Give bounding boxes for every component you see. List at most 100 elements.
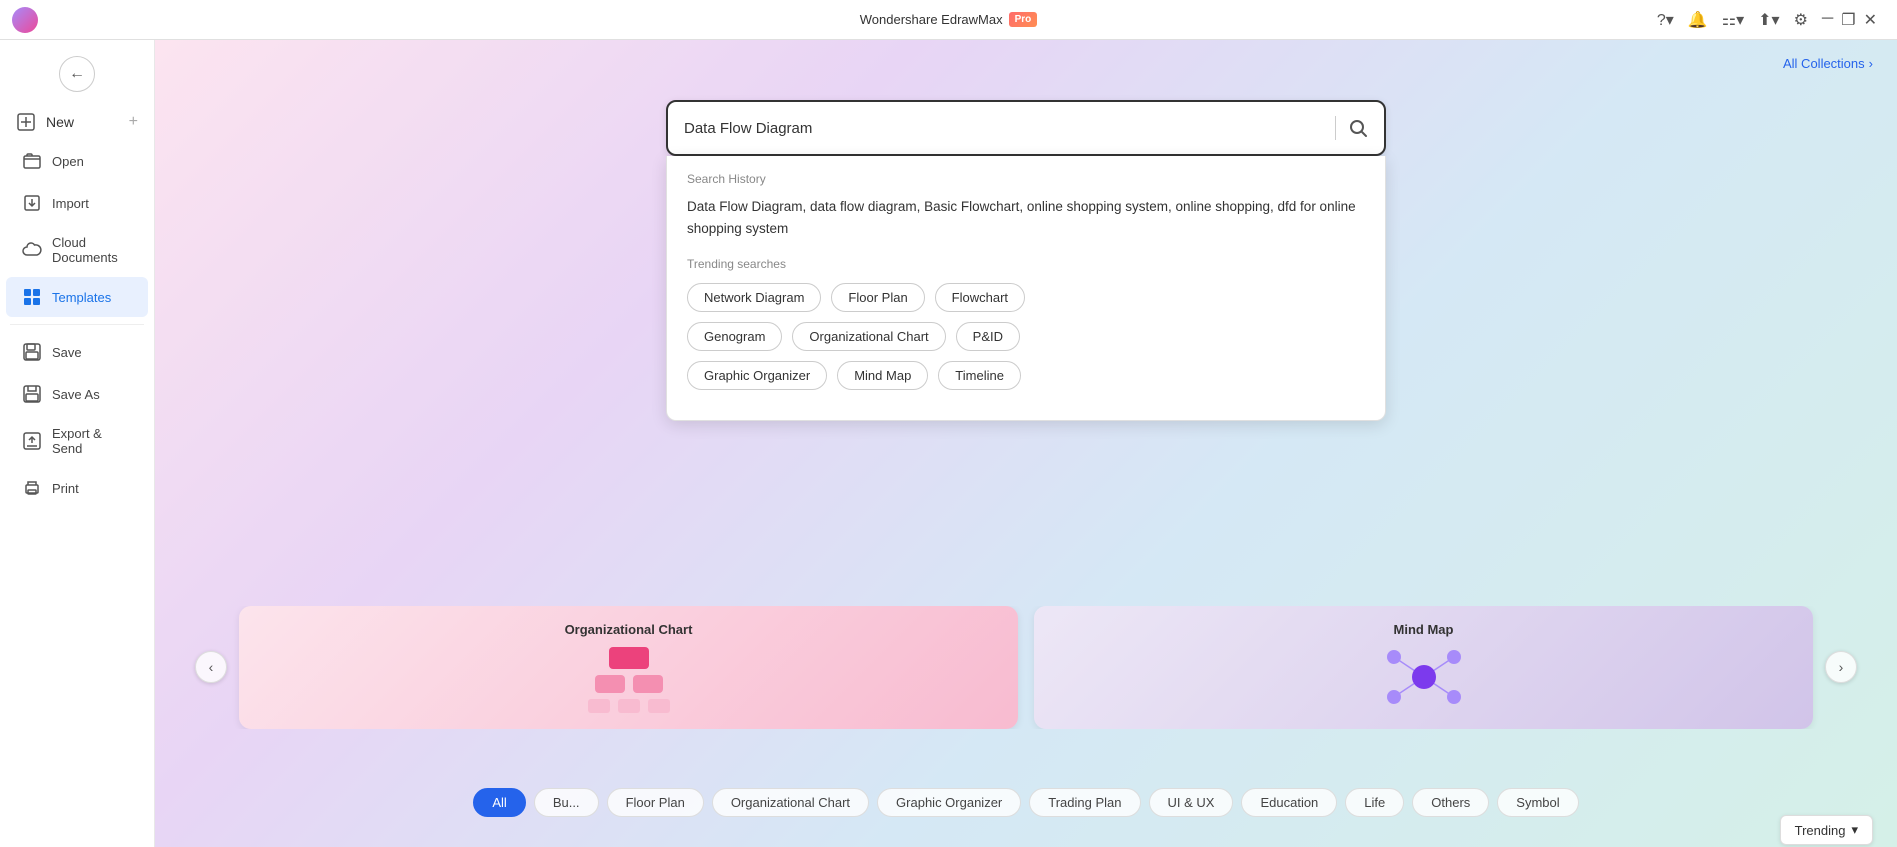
sidebar-item-open[interactable]: Open	[6, 141, 148, 181]
trending-row-1: Network Diagram Floor Plan Flowchart	[687, 283, 1365, 312]
pro-badge: Pro	[1009, 12, 1038, 27]
app-body: ← New + Open Import	[0, 40, 1897, 847]
sidebar-divider	[10, 324, 144, 325]
sidebar-item-templates[interactable]: Templates	[6, 277, 148, 317]
new-icon	[16, 112, 36, 132]
sidebar-saveas-label: Save As	[52, 387, 100, 402]
app-title: Wondershare EdrawMax Pro	[860, 12, 1038, 27]
org-card-title: Organizational Chart	[565, 622, 693, 637]
search-history-label: Search History	[687, 172, 1365, 186]
import-icon	[22, 193, 42, 213]
filter-life[interactable]: Life	[1345, 788, 1404, 817]
open-icon	[22, 151, 42, 171]
share-icon[interactable]: ⬆▾	[1758, 10, 1779, 30]
sidebar-print-label: Print	[52, 481, 79, 496]
org-bot-node-1	[588, 699, 610, 713]
window-controls: ?▾ 🔔 ⚏▾ ⬆▾ ⚙ ─ ❐ ✕	[1657, 10, 1885, 30]
bell-icon[interactable]: 🔔	[1688, 10, 1708, 30]
sidebar-cloud-label: Cloud Documents	[52, 235, 132, 265]
template-card-mind[interactable]: Mind Map	[1034, 606, 1813, 729]
sidebar-item-cloud[interactable]: Cloud Documents	[6, 225, 148, 275]
org-chart-visual	[588, 647, 670, 713]
tag-floor-plan[interactable]: Floor Plan	[831, 283, 924, 312]
filter-floor-plan[interactable]: Floor Plan	[607, 788, 704, 817]
mind-card-title: Mind Map	[1394, 622, 1454, 637]
filter-others[interactable]: Others	[1412, 788, 1489, 817]
filter-business[interactable]: Bu...	[534, 788, 599, 817]
print-icon	[22, 478, 42, 498]
search-container: Search History Data Flow Diagram, data f…	[666, 100, 1386, 421]
carousel-prev-button[interactable]: ‹	[195, 651, 227, 683]
trending-row-2: Genogram Organizational Chart P&ID	[687, 322, 1365, 351]
cloud-icon	[22, 240, 42, 260]
org-bot-node-3	[648, 699, 670, 713]
tag-flowchart[interactable]: Flowchart	[935, 283, 1025, 312]
filter-education[interactable]: Education	[1241, 788, 1337, 817]
settings-icon[interactable]: ⚙	[1794, 10, 1808, 30]
filter-trading-plan[interactable]: Trading Plan	[1029, 788, 1140, 817]
sidebar-save-label: Save	[52, 345, 82, 360]
search-input[interactable]	[684, 120, 1323, 137]
help-icon[interactable]: ?▾	[1657, 10, 1674, 30]
templates-area: ‹ Organizational Chart	[155, 567, 1897, 767]
sidebar-item-export[interactable]: Export & Send	[6, 416, 148, 466]
trending-dropdown[interactable]: Trending ▾	[1780, 815, 1873, 845]
sidebar-item-save[interactable]: Save	[6, 332, 148, 372]
org-mid-node-1	[595, 675, 625, 693]
sidebar-item-print[interactable]: Print	[6, 468, 148, 508]
trending-searches-label: Trending searches	[687, 257, 1365, 271]
avatar[interactable]	[12, 7, 38, 33]
tag-graphic-organizer[interactable]: Graphic Organizer	[687, 361, 827, 390]
back-button[interactable]: ←	[59, 56, 95, 92]
export-icon	[22, 431, 42, 451]
trending-row-3: Graphic Organizer Mind Map Timeline	[687, 361, 1365, 390]
sidebar-import-label: Import	[52, 196, 89, 211]
filter-uiux[interactable]: UI & UX	[1149, 788, 1234, 817]
close-button[interactable]: ✕	[1864, 10, 1877, 30]
carousel-next-button[interactable]: ›	[1825, 651, 1857, 683]
sidebar-templates-label: Templates	[52, 290, 111, 305]
filter-row: All Bu... Floor Plan Organizational Char…	[155, 788, 1897, 817]
search-button[interactable]	[1348, 118, 1368, 138]
template-card-org[interactable]: Organizational Chart	[239, 606, 1018, 729]
filter-symbol[interactable]: Symbol	[1497, 788, 1578, 817]
saveas-icon	[22, 384, 42, 404]
content-area: All Collections › Search History Data Fl…	[155, 40, 1897, 847]
org-bot-node-2	[618, 699, 640, 713]
all-collections-text: All Collections	[1783, 56, 1865, 71]
filter-graphic-organizer[interactable]: Graphic Organizer	[877, 788, 1021, 817]
all-collections-link[interactable]: All Collections ›	[1783, 56, 1873, 71]
save-icon	[22, 342, 42, 362]
filter-org-chart[interactable]: Organizational Chart	[712, 788, 869, 817]
org-mid-row	[595, 675, 663, 693]
tag-mind-map[interactable]: Mind Map	[837, 361, 928, 390]
trending-label: Trending	[1795, 823, 1846, 838]
search-history-text[interactable]: Data Flow Diagram, data flow diagram, Ba…	[687, 196, 1365, 239]
org-top-node	[609, 647, 649, 669]
chevron-down-icon: ▾	[1851, 822, 1858, 838]
sidebar-item-saveas[interactable]: Save As	[6, 374, 148, 414]
tag-pid[interactable]: P&ID	[956, 322, 1020, 351]
sidebar-item-new[interactable]: New +	[0, 104, 154, 140]
chevron-right-icon: ›	[1869, 56, 1873, 71]
tag-genogram[interactable]: Genogram	[687, 322, 782, 351]
sidebar-item-import[interactable]: Import	[6, 183, 148, 223]
window-btns: ─ ❐ ✕	[1822, 10, 1877, 30]
apps-icon[interactable]: ⚏▾	[1722, 10, 1744, 30]
tag-timeline[interactable]: Timeline	[938, 361, 1021, 390]
maximize-button[interactable]: ❐	[1841, 10, 1855, 30]
templates-icon	[22, 287, 42, 307]
template-cards-wrapper: Organizational Chart	[227, 606, 1825, 729]
tag-network-diagram[interactable]: Network Diagram	[687, 283, 821, 312]
title-bar: Wondershare EdrawMax Pro ?▾ 🔔 ⚏▾ ⬆▾ ⚙ ─ …	[0, 0, 1897, 40]
sidebar: ← New + Open Import	[0, 40, 155, 847]
sidebar-new-label: New	[46, 114, 74, 130]
app-name-text: Wondershare EdrawMax	[860, 12, 1003, 27]
sidebar-open-label: Open	[52, 154, 84, 169]
mind-map-visual	[1384, 647, 1464, 707]
new-plus-icon: +	[129, 113, 138, 131]
tag-organizational-chart[interactable]: Organizational Chart	[792, 322, 945, 351]
search-dropdown: Search History Data Flow Diagram, data f…	[666, 156, 1386, 421]
filter-all[interactable]: All	[473, 788, 525, 817]
minimize-button[interactable]: ─	[1822, 10, 1833, 30]
